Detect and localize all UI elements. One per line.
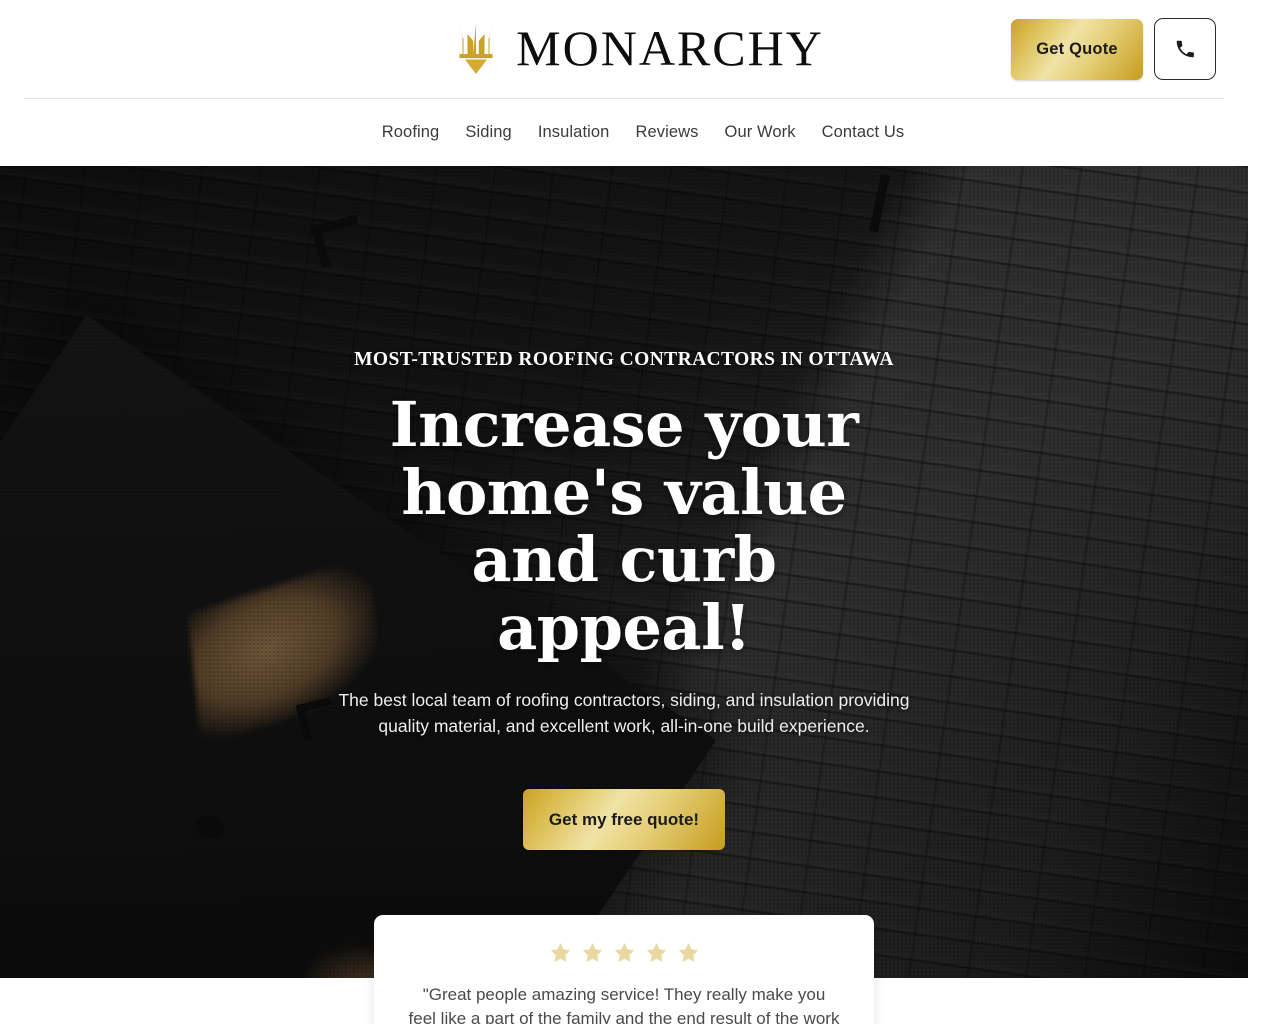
star-icon <box>549 941 572 964</box>
star-rating <box>408 941 840 964</box>
nav-item-our-work[interactable]: Our Work <box>725 123 796 142</box>
nav-item-roofing[interactable]: Roofing <box>382 123 440 142</box>
main-navigation: Roofing Siding Insulation Reviews Our Wo… <box>0 99 1280 166</box>
hero-section: MOST-TRUSTED ROOFING CONTRACTORS IN OTTA… <box>0 166 1248 978</box>
hero-content: MOST-TRUSTED ROOFING CONTRACTORS IN OTTA… <box>0 166 1248 978</box>
header-actions: Get Quote <box>1011 18 1216 80</box>
star-icon <box>645 941 668 964</box>
testimonial-quote: "Great people amazing service! They real… <box>408 985 840 1024</box>
star-icon <box>581 941 604 964</box>
star-icon <box>613 941 636 964</box>
hero-subtitle: The best local team of roofing contracto… <box>338 690 910 736</box>
logo-link[interactable]: MONARCHY <box>456 21 824 75</box>
brand-wordmark: MONARCHY <box>516 19 824 76</box>
site-header: MONARCHY Get Quote <box>0 0 1280 99</box>
hero-free-quote-button[interactable]: Get my free quote! <box>523 789 725 851</box>
testimonial-card: "Great people amazing service! They real… <box>374 915 874 1024</box>
nav-item-reviews[interactable]: Reviews <box>635 123 698 142</box>
nav-item-contact-us[interactable]: Contact Us <box>822 123 905 142</box>
trident-crown-icon <box>456 21 496 75</box>
hero-title: Increase your home's value and curb appe… <box>389 388 859 664</box>
page-root: MONARCHY Get Quote Roofing Siding Insula… <box>0 0 1280 1024</box>
get-quote-button[interactable]: Get Quote <box>1011 18 1143 80</box>
phone-icon <box>1174 38 1196 60</box>
hero-eyebrow: MOST-TRUSTED ROOFING CONTRACTORS IN OTTA… <box>354 349 894 370</box>
nav-item-insulation[interactable]: Insulation <box>538 123 610 142</box>
star-icon <box>677 941 700 964</box>
nav-item-siding[interactable]: Siding <box>465 123 511 142</box>
phone-call-button[interactable] <box>1154 18 1216 80</box>
